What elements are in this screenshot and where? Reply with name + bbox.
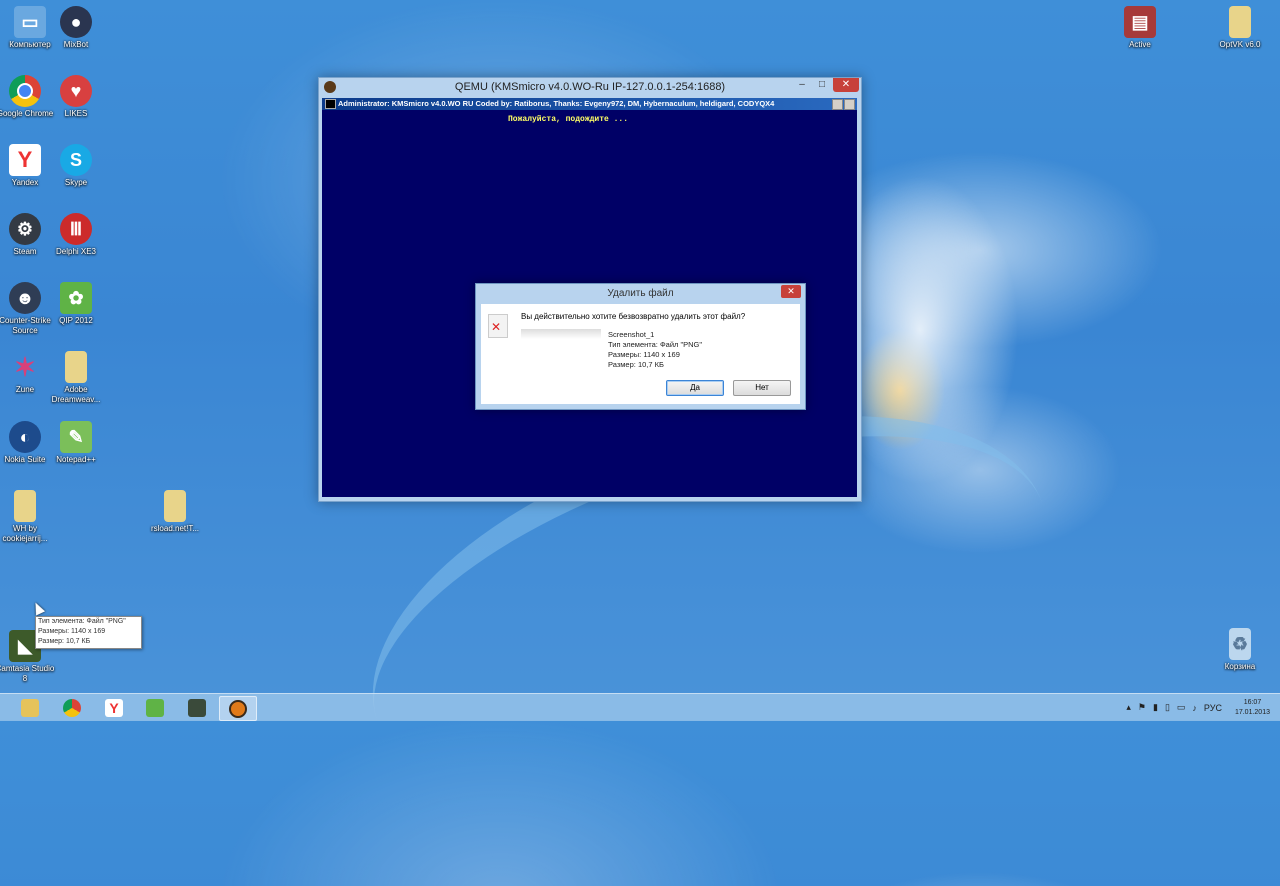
delete-file-dialog: Удалить файл ✕ ✕ Вы действительно хотите… xyxy=(475,283,806,410)
desktop-icon-label: OptVK v6.0 xyxy=(1219,40,1261,49)
skype-icon: S xyxy=(60,144,92,176)
desktop-icon-label: Active xyxy=(1129,40,1151,49)
desktop-icon-notepad-plus[interactable]: ✎ Notepad++ xyxy=(46,421,106,465)
qemu-icon xyxy=(229,699,247,718)
desktop-icon-optvk-folder[interactable]: OptVK v6.0 xyxy=(1210,6,1270,50)
desktop-icon-label: LIKES xyxy=(64,109,88,118)
desktop-icon-label: QIP 2012 xyxy=(59,316,93,325)
chrome-icon xyxy=(63,698,81,717)
console-title: Administrator: KMSmicro v4.0.WO RU Coded… xyxy=(338,99,775,108)
zune-icon: ✶ xyxy=(14,351,36,382)
tooltip-type: Тип элемента: Файл "PNG" xyxy=(38,618,126,625)
console-icon xyxy=(188,698,206,717)
dialog-close-button[interactable]: ✕ xyxy=(781,285,801,298)
file-dimensions: Размеры: 1140 x 169 xyxy=(608,350,680,359)
user-avatar-icon: ● xyxy=(60,6,92,38)
file-thumbnail xyxy=(521,329,601,339)
desktop-icon-recycle-bin[interactable]: ♻ Корзина xyxy=(1210,628,1270,672)
volume-icon[interactable]: ♪ xyxy=(1192,703,1197,713)
console-minimize-button[interactable] xyxy=(832,99,843,110)
power-icon[interactable]: ▯ xyxy=(1165,702,1170,713)
heart-icon: ♥ xyxy=(60,75,92,107)
desktop-icon-delphi[interactable]: Ⅲ Delphi XE3 xyxy=(46,213,106,257)
recycle-bin-icon: ♻ xyxy=(1229,628,1251,660)
action-center-icon[interactable]: ⚑ xyxy=(1138,702,1146,713)
desktop-icon-label: rsload.net!T... xyxy=(150,524,200,533)
system-tray: ▴ ⚑ ▮ ▯ ▭ ♪ РУС 16:07 17.01.2013 xyxy=(1126,694,1280,721)
winrar-icon: ▤ xyxy=(1124,6,1156,38)
desktop-icon-skype[interactable]: S Skype xyxy=(46,144,106,188)
console-maximize-button[interactable] xyxy=(844,99,855,110)
desktop-icon-qip[interactable]: ✿ QIP 2012 xyxy=(46,282,106,326)
console-window-controls xyxy=(832,99,855,110)
tooltip-dimensions: Размеры: 1140 x 169 xyxy=(38,628,106,635)
no-button[interactable]: Нет xyxy=(733,380,791,396)
language-indicator[interactable]: РУС xyxy=(1204,703,1222,713)
console-output: Пожалуйста, подождите ... xyxy=(508,115,629,124)
file-size: Размер: 10,7 КБ xyxy=(608,360,664,369)
file-explorer-icon xyxy=(21,698,39,717)
dialog-question: Вы действительно хотите безвозвратно уда… xyxy=(521,312,746,321)
chrome-icon xyxy=(9,75,41,107)
tooltip-size: Размер: 10,7 КБ xyxy=(38,638,91,645)
notepad-icon: ✎ xyxy=(60,421,92,453)
computer-icon: ▭ xyxy=(14,6,46,38)
maximize-button[interactable]: □ xyxy=(813,78,831,92)
desktop-icon-label: WH by cookiejarrij... xyxy=(2,524,48,543)
desktop-icon-label: Adobe Dreamweav... xyxy=(51,385,101,404)
folder-icon xyxy=(14,490,36,522)
taskbar-console[interactable] xyxy=(179,696,215,719)
delphi-icon: Ⅲ xyxy=(60,213,92,245)
display-icon[interactable]: ▭ xyxy=(1177,702,1186,713)
delete-file-icon: ✕ xyxy=(488,314,508,338)
counter-strike-icon: ☻ xyxy=(9,282,41,314)
taskbar-file-explorer[interactable] xyxy=(12,696,48,719)
folder-icon xyxy=(1229,6,1251,38)
desktop-icon-dreamweaver-folder[interactable]: Adobe Dreamweav... xyxy=(46,351,106,405)
file-type: Тип элемента: Файл "PNG" xyxy=(608,340,703,349)
taskbar: Y ▴ ⚑ ▮ ▯ ▭ ♪ РУС 16:07 17.01.2013 xyxy=(0,693,1280,721)
dialog-body: ✕ Вы действительно хотите безвозвратно у… xyxy=(481,304,800,404)
console-icon xyxy=(325,99,336,110)
clock[interactable]: 16:07 17.01.2013 xyxy=(1235,698,1270,718)
clock-date: 17.01.2013 xyxy=(1234,708,1270,716)
dialog-title: Удалить файл xyxy=(607,288,674,299)
folder-icon xyxy=(65,351,87,383)
desktop-icon-label: Skype xyxy=(64,178,88,187)
desktop-icon-likes[interactable]: ♥ LIKES xyxy=(46,75,106,119)
desktop-icon-label: Корзина xyxy=(1224,662,1256,671)
taskbar-yandex[interactable]: Y xyxy=(96,696,132,719)
taskbar-chrome[interactable] xyxy=(54,696,90,719)
file-info: Screenshot_1 Тип элемента: Файл "PNG" Ра… xyxy=(608,330,702,370)
desktop-icon-label: Camtasia Studio 8 xyxy=(0,664,55,683)
file-tooltip: Тип элемента: Файл "PNG" Размеры: 1140 x… xyxy=(35,616,142,649)
desktop-icon-label: Delphi XE3 xyxy=(55,247,97,256)
yes-button[interactable]: Да xyxy=(666,380,724,396)
desktop-icon-label: MixBot xyxy=(63,40,89,49)
folder-icon xyxy=(164,490,186,522)
qip-icon: ✿ xyxy=(60,282,92,314)
steam-icon: ⚙ xyxy=(9,213,41,245)
yandex-icon: Y xyxy=(9,144,41,176)
qip-icon xyxy=(146,698,164,717)
qemu-window-title: QEMU (KMSmicro v4.0.WO-Ru IP-127.0.0.1-2… xyxy=(454,81,726,93)
desktop-icon-active[interactable]: ▤ Active xyxy=(1110,6,1170,50)
taskbar-qip[interactable] xyxy=(137,696,173,719)
desktop-icon-wh-folder[interactable]: WH by cookiejarrij... xyxy=(0,490,55,544)
taskbar-qemu[interactable] xyxy=(219,696,257,721)
clock-time: 16:07 xyxy=(1243,698,1262,706)
desktop-icon-label: Notepad++ xyxy=(56,455,96,464)
yandex-icon: Y xyxy=(105,698,123,717)
minimize-button[interactable]: – xyxy=(793,78,811,92)
console-title-bar: Administrator: KMSmicro v4.0.WO RU Coded… xyxy=(322,98,857,110)
show-hidden-icons-button[interactable]: ▴ xyxy=(1126,702,1131,713)
desktop-icon-rsload-folder[interactable]: rsload.net!T... xyxy=(145,490,205,534)
file-name: Screenshot_1 xyxy=(608,330,655,339)
mouse-cursor xyxy=(30,600,46,616)
close-button[interactable]: ✕ xyxy=(833,78,859,92)
network-icon[interactable]: ▮ xyxy=(1153,702,1158,713)
nokia-icon: ◐ xyxy=(9,421,41,453)
desktop-icon-mixbot[interactable]: ● MixBot xyxy=(46,6,106,50)
